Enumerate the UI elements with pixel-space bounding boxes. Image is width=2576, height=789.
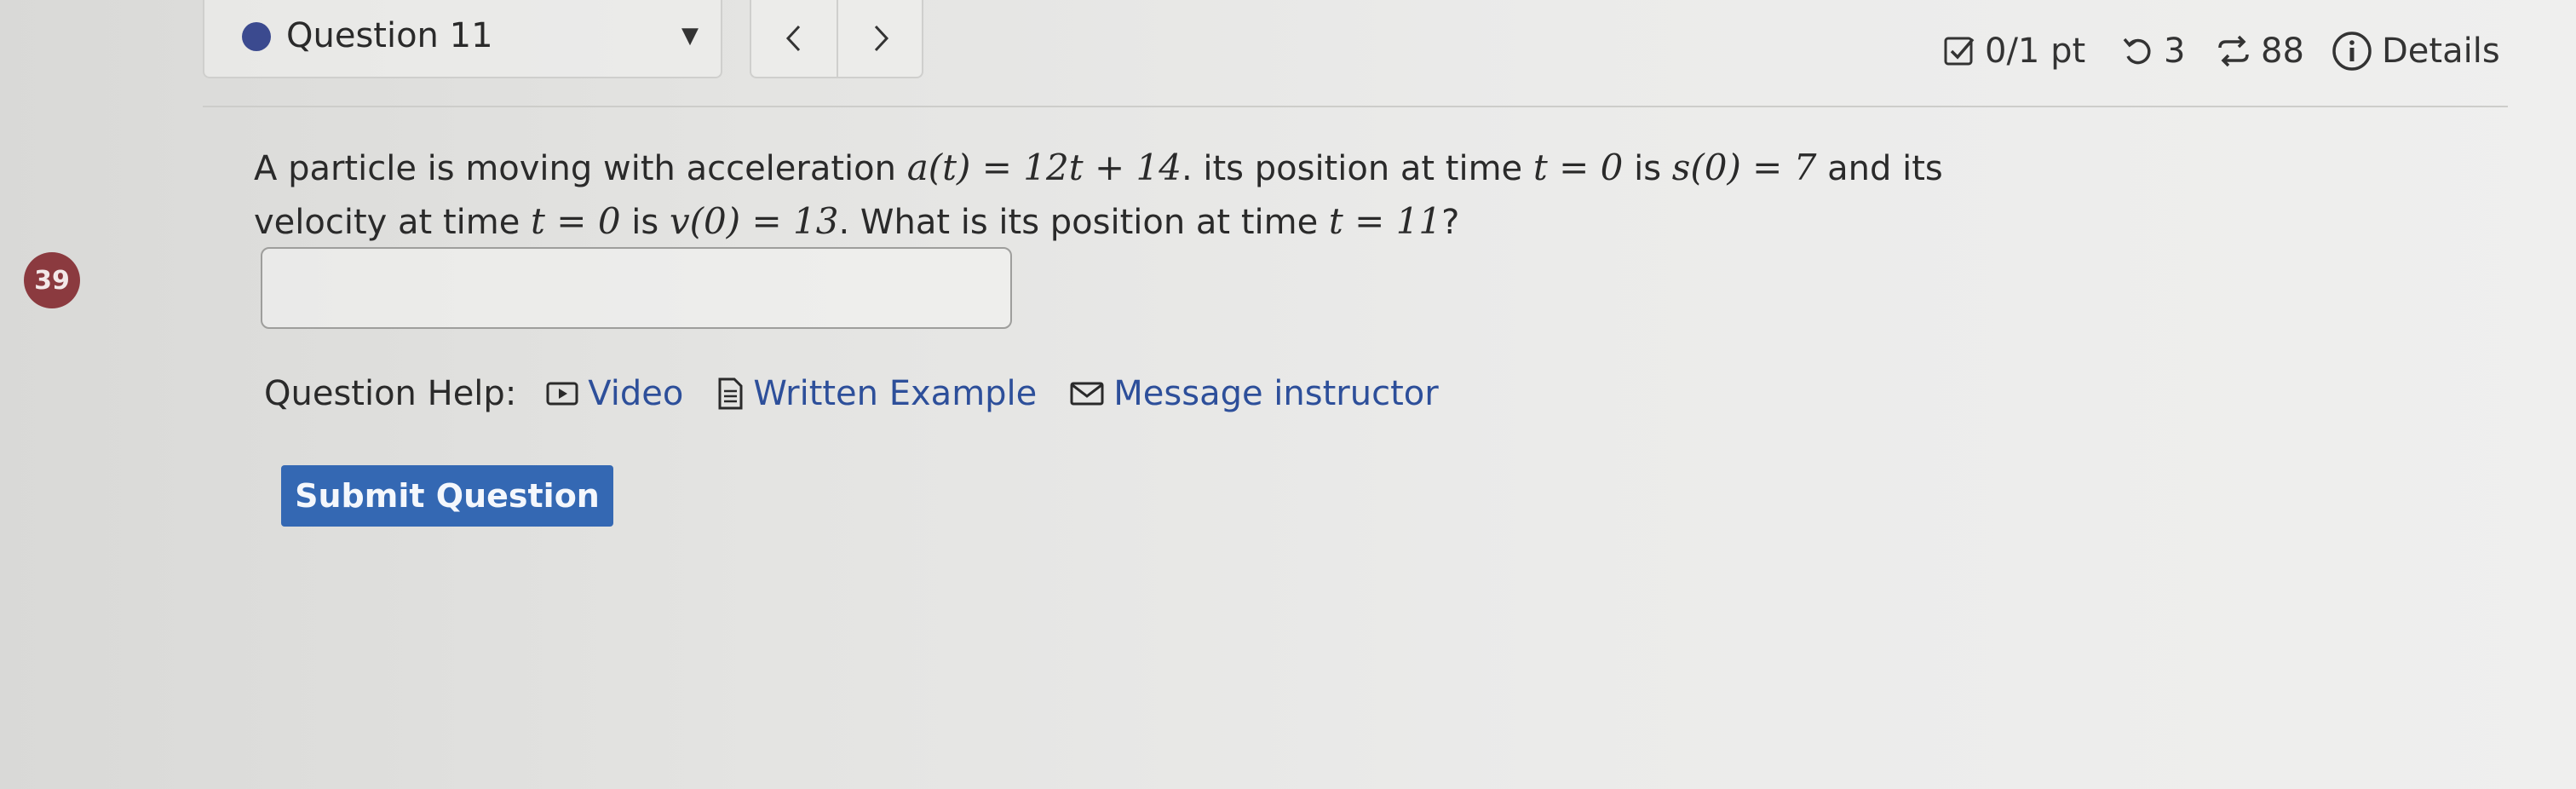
message-instructor-link[interactable]: Message instructor (1069, 374, 1439, 413)
message-instructor-label: Message instructor (1113, 374, 1439, 413)
math-expression: v(0) = 13 (669, 200, 839, 242)
video-link[interactable]: Video (545, 374, 683, 413)
question-number-badge: 39 (24, 252, 80, 308)
attempts-icon (2218, 35, 2249, 67)
math-expression: a(t) = 12t + 14 (906, 147, 1182, 188)
question-help: Question Help: Video Written Example Mes… (264, 368, 1439, 419)
envelope-icon (1070, 382, 1104, 406)
document-icon (718, 377, 743, 410)
math-expression: t = 0 (531, 200, 621, 242)
video-icon (546, 382, 578, 406)
next-question-button[interactable] (838, 0, 923, 77)
math-expression: s(0) = 7 (1671, 147, 1817, 188)
math-expression: t = 11 (1328, 200, 1442, 242)
problem-text-part: ? (1441, 203, 1460, 242)
problem-text-part: A particle is moving with acceleration (254, 149, 907, 188)
question-selector[interactable]: Question 11 ▼ (203, 0, 722, 78)
question-nav (750, 0, 923, 78)
info-icon (2332, 32, 2372, 71)
retry-icon (2123, 37, 2151, 65)
details-button[interactable]: Details (2331, 26, 2500, 77)
problem-text-part: . What is its position at time (838, 203, 1329, 242)
retries-status: 3 (2121, 26, 2185, 77)
problem-text-part: . its position at time (1181, 149, 1533, 188)
problem-text: A particle is moving with acceleration a… (254, 141, 2060, 249)
attempts-status: 88 (2215, 26, 2304, 77)
question-status-dot (242, 22, 271, 51)
written-example-link[interactable]: Written Example (716, 374, 1037, 413)
submit-question-button[interactable]: Submit Question (281, 465, 613, 527)
chevron-left-icon (785, 25, 801, 52)
attempts-count: 88 (2261, 32, 2304, 71)
math-expression: t = 0 (1532, 147, 1624, 188)
video-link-label: Video (588, 374, 684, 413)
answer-input[interactable] (261, 247, 1012, 329)
points-text: 0/1 pt (1985, 32, 2086, 71)
chevron-right-icon (874, 25, 889, 52)
details-label: Details (2382, 32, 2500, 71)
previous-question-button[interactable] (751, 0, 838, 77)
problem-text-part: is (620, 203, 670, 242)
points-status: 0/1 pt (1942, 26, 2085, 77)
question-label: Question 11 (286, 16, 493, 55)
header-divider (203, 106, 2508, 107)
checkbox-icon (1944, 37, 1975, 66)
dropdown-caret-icon[interactable]: ▼ (681, 19, 699, 53)
problem-text-part: is (1623, 149, 1672, 188)
retries-count: 3 (2164, 32, 2186, 71)
question-help-label: Question Help: (264, 374, 517, 413)
written-example-label: Written Example (753, 374, 1038, 413)
